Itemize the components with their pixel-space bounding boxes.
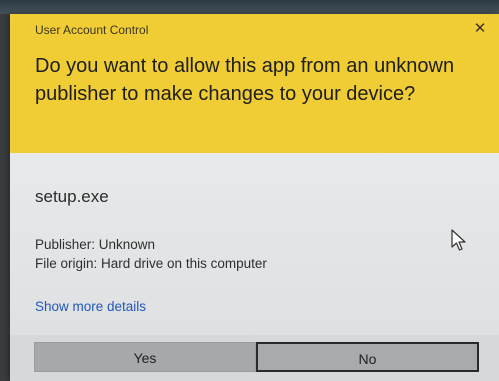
close-icon[interactable]: ✕ [469, 18, 491, 40]
mouse-pointer-icon [451, 229, 466, 251]
show-more-details-link[interactable]: Show more details [35, 299, 146, 314]
publisher-info: Publisher: Unknown [35, 237, 156, 252]
dialog-header: User Account Control ✕ Do you want to al… [10, 14, 499, 153]
uac-dialog: User Account Control ✕ Do you want to al… [10, 14, 499, 381]
no-button[interactable]: No [256, 342, 479, 372]
program-name: setup.exe [35, 187, 109, 206]
file-origin-info: File origin: Hard drive on this computer [35, 256, 267, 271]
dialog-question: Do you want to allow this app from an un… [35, 55, 455, 105]
dialog-body: setup.exe Publisher: Unknown File origin… [10, 153, 499, 381]
desktop-background-strip [0, 0, 499, 14]
button-row: Yes No [10, 335, 499, 381]
yes-button[interactable]: Yes [34, 342, 256, 372]
dialog-title: User Account Control [35, 23, 149, 37]
